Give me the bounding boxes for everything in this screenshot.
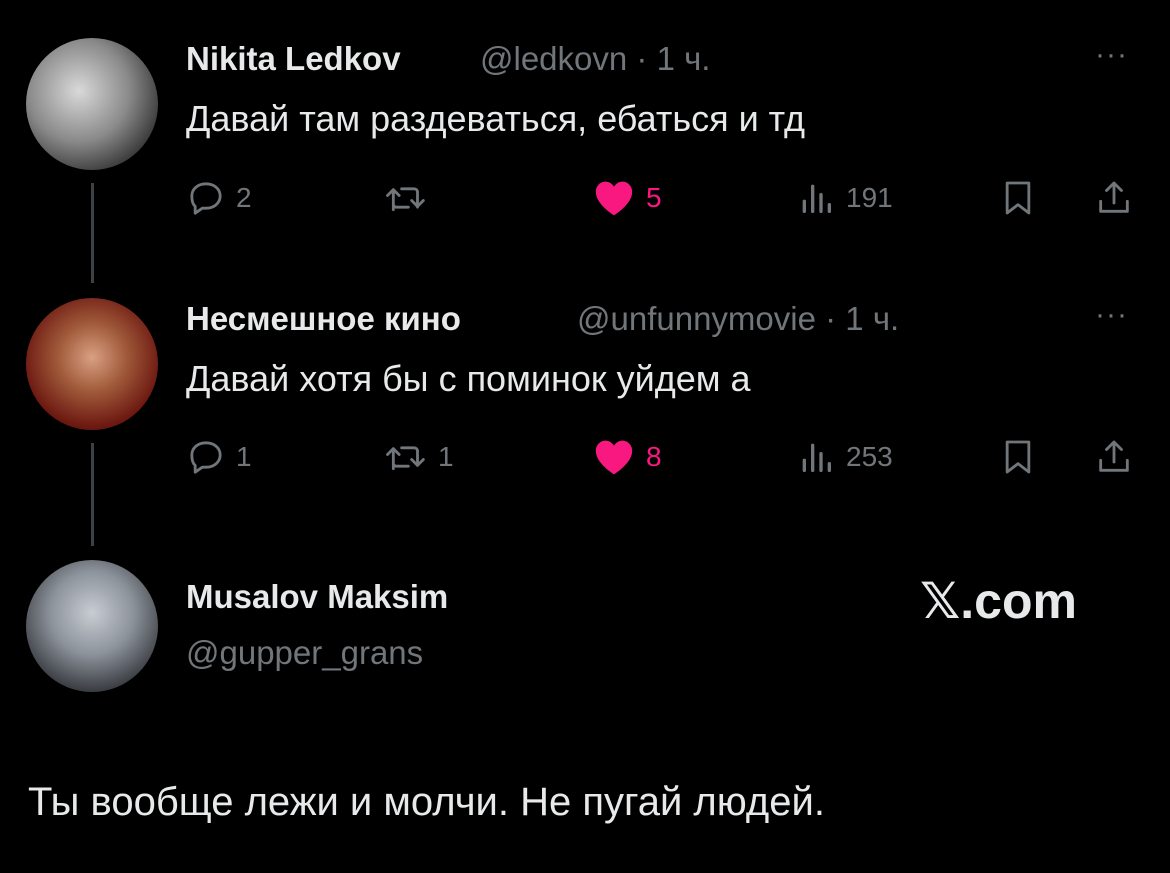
heart-icon [595, 440, 633, 475]
reply-icon [190, 441, 222, 474]
author-name[interactable]: Несмешное кино [186, 300, 461, 338]
like-count: 5 [646, 182, 662, 213]
author-name[interactable]: Musalov Maksim [186, 578, 448, 616]
heart-icon [595, 181, 633, 216]
author-handle[interactable]: @gupper_grans [186, 634, 423, 672]
main-tweet-text: Ты вообще лежи и молчи. Не пугай людей. [28, 780, 825, 824]
more-options-button[interactable]: ··· [1095, 298, 1128, 332]
author-handle-time[interactable]: @ledkovn · 1 ч. [480, 40, 710, 78]
x-com-watermark: 𝕏.com [920, 573, 1077, 629]
share-button[interactable] [1094, 437, 1134, 477]
tweet-text: Давай хотя бы с поминок уйдем а [186, 358, 751, 399]
avatar[interactable] [26, 38, 158, 170]
views-count: 191 [846, 182, 893, 213]
share-icon [1099, 440, 1129, 472]
like-button[interactable]: 8 [592, 437, 662, 477]
avatar[interactable] [26, 560, 158, 692]
share-icon [1099, 181, 1129, 213]
retweet-button[interactable] [382, 178, 438, 218]
views-icon [802, 184, 831, 213]
reply-button[interactable]: 1 [186, 437, 252, 477]
more-options-button[interactable]: ··· [1095, 38, 1128, 72]
retweet-icon [386, 446, 425, 471]
avatar[interactable] [26, 298, 158, 430]
reply-button[interactable]: 2 [186, 178, 252, 218]
reply-count: 2 [236, 182, 252, 213]
post-time[interactable]: · 1 ч. [636, 40, 710, 77]
views-icon [802, 443, 831, 472]
thread-line [91, 183, 94, 283]
bookmark-button[interactable] [998, 437, 1038, 477]
reply-icon [190, 182, 222, 215]
reply-count: 1 [236, 441, 252, 472]
author-handle[interactable]: @unfunnymovie [577, 300, 816, 337]
author-handle-time[interactable]: @unfunnymovie · 1 ч. [577, 300, 899, 338]
author-name[interactable]: Nikita Ledkov [186, 40, 401, 78]
thread-line [91, 443, 94, 546]
bookmark-button[interactable] [998, 178, 1038, 218]
views-count: 253 [846, 441, 893, 472]
retweet-button[interactable]: 1 [382, 437, 454, 477]
retweet-count: 1 [438, 441, 454, 472]
bookmark-icon [1005, 440, 1031, 474]
post-time[interactable]: · 1 ч. [825, 300, 899, 337]
bookmark-icon [1005, 181, 1031, 215]
author-handle[interactable]: @ledkovn [480, 40, 627, 77]
like-count: 8 [646, 441, 662, 472]
share-button[interactable] [1094, 178, 1134, 218]
like-button[interactable]: 5 [592, 178, 662, 218]
retweet-icon [386, 187, 425, 212]
views-button[interactable]: 253 [796, 437, 893, 477]
views-button[interactable]: 191 [796, 178, 893, 218]
tweet-text: Давай там раздеваться, ебаться и тд [186, 98, 805, 139]
